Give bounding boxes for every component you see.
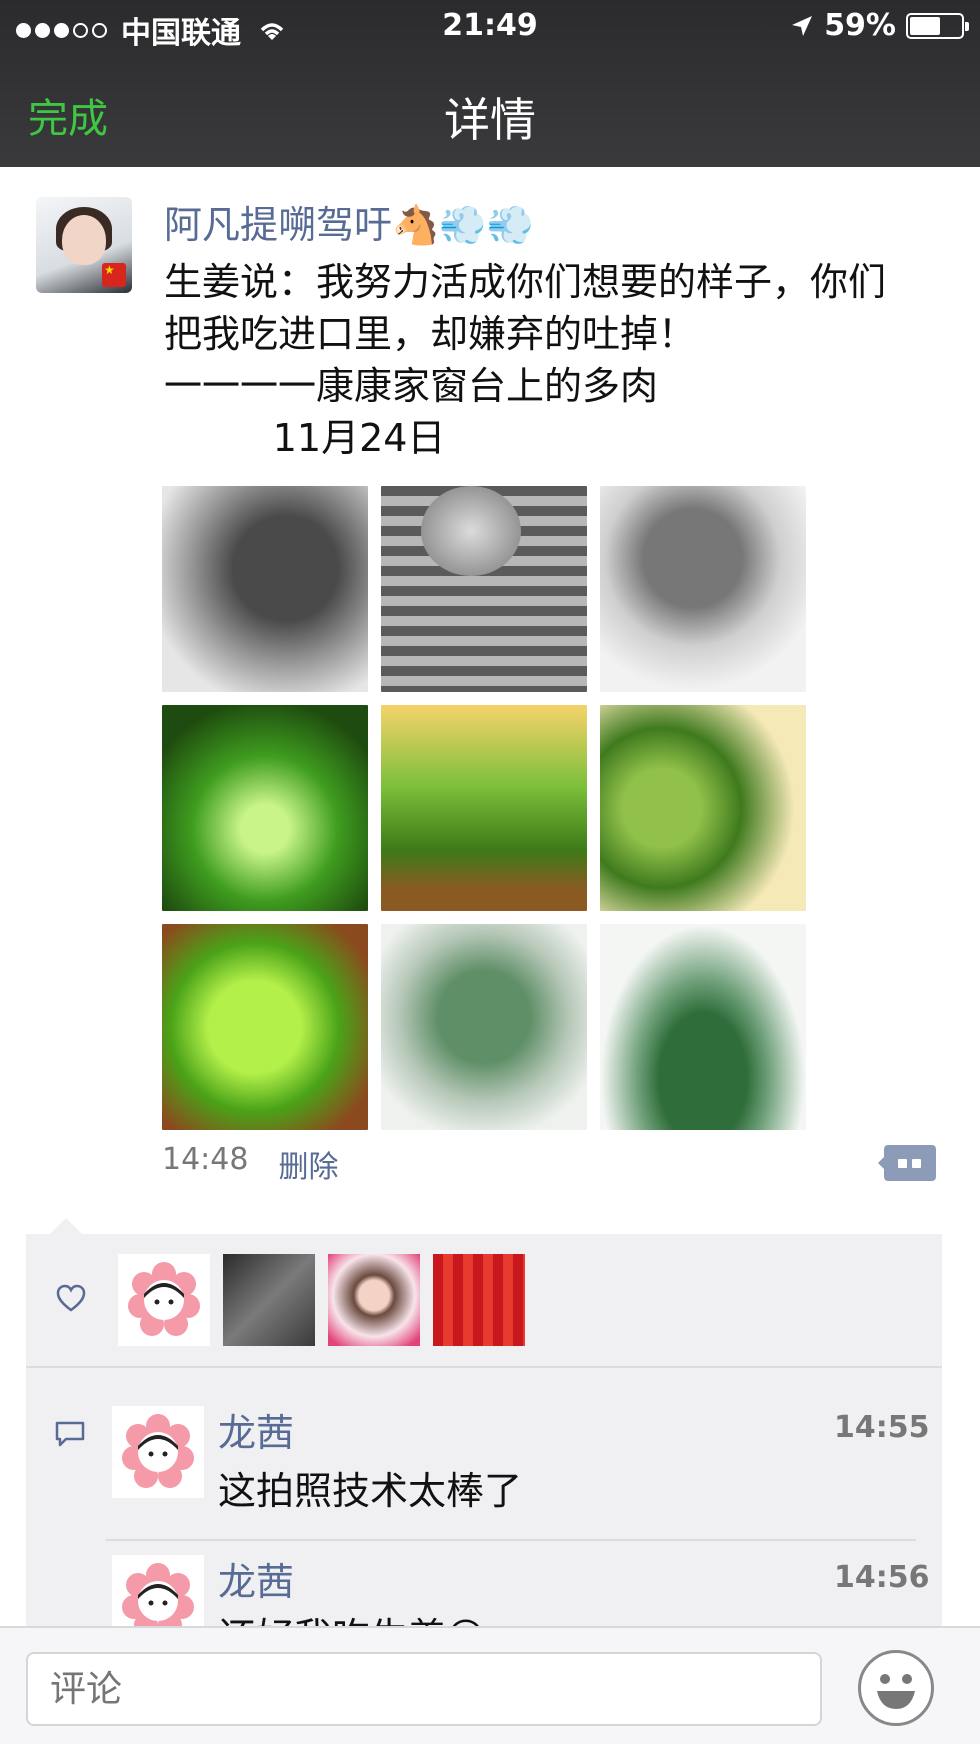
author-avatar[interactable]: ★ bbox=[36, 197, 132, 293]
top-bar: 中国联通 21:49 59% 完成 详情 bbox=[0, 0, 980, 167]
comment-time: 14:55 bbox=[834, 1410, 930, 1445]
like-avatar-list bbox=[118, 1254, 525, 1346]
photo-grid bbox=[162, 486, 808, 1130]
photo-thumbnail[interactable] bbox=[381, 924, 587, 1130]
heart-icon bbox=[56, 1284, 86, 1312]
delete-link[interactable]: 删除 bbox=[278, 1142, 338, 1186]
divider bbox=[26, 1366, 942, 1368]
post-text: 生姜说：我努力活成你们想要的样子，你们 把我吃进口里，却嫌弃的吐掉！ 一一一一康… bbox=[164, 260, 887, 460]
comment-bubble-icon bbox=[55, 1421, 85, 1447]
page-title: 详情 bbox=[444, 93, 536, 147]
comment-avatar[interactable] bbox=[112, 1406, 204, 1498]
status-bar: 中国联通 21:49 59% bbox=[0, 0, 980, 56]
photo-thumbnail[interactable] bbox=[600, 486, 806, 692]
location-arrow-icon bbox=[792, 15, 813, 36]
comment-text: 这拍照技术太棒了 bbox=[218, 1469, 523, 1513]
status-right: 59% bbox=[790, 8, 969, 43]
emoji-button[interactable] bbox=[858, 1650, 934, 1726]
photo-thumbnail[interactable] bbox=[381, 486, 587, 692]
photo-thumbnail[interactable] bbox=[600, 924, 806, 1130]
panel-pointer bbox=[50, 1218, 82, 1234]
battery-icon bbox=[906, 12, 969, 39]
photo-thumbnail[interactable] bbox=[600, 705, 806, 911]
comment-time: 14:56 bbox=[834, 1560, 930, 1595]
more-actions-button[interactable] bbox=[878, 1145, 936, 1181]
post-time: 14:48 bbox=[162, 1142, 249, 1177]
post-meta: 14:48 删除 bbox=[162, 1142, 338, 1186]
comment-author[interactable]: 龙茜 bbox=[218, 1551, 294, 1606]
like-avatar[interactable] bbox=[433, 1254, 525, 1346]
battery-percent: 59% bbox=[824, 8, 896, 43]
china-flag-icon: ★ bbox=[102, 263, 126, 287]
like-avatar[interactable] bbox=[328, 1254, 420, 1346]
author-name[interactable]: 阿凡提嗍驾吁🐴💨💨 bbox=[164, 194, 534, 249]
smiley-face-icon bbox=[877, 1674, 915, 1709]
comment-input-bar bbox=[0, 1626, 980, 1744]
like-avatar[interactable] bbox=[118, 1254, 210, 1346]
comment-author[interactable]: 龙茜 bbox=[218, 1402, 294, 1457]
photo-thumbnail[interactable] bbox=[162, 924, 368, 1130]
photo-thumbnail[interactable] bbox=[162, 486, 368, 692]
comment-input[interactable] bbox=[26, 1652, 822, 1726]
like-avatar[interactable] bbox=[223, 1254, 315, 1346]
divider bbox=[106, 1539, 916, 1541]
photo-thumbnail[interactable] bbox=[381, 705, 587, 911]
photo-thumbnail[interactable] bbox=[162, 705, 368, 911]
navigation-bar: 完成 详情 bbox=[0, 56, 980, 167]
